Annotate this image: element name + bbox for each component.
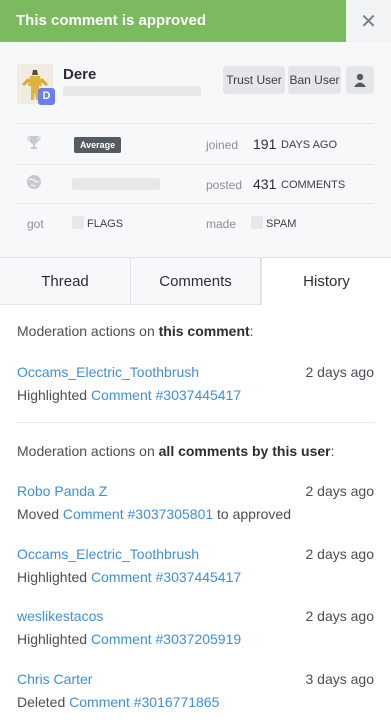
trophy-icon [27, 136, 41, 149]
history-entry-moderator[interactable]: Robo Panda Z [17, 483, 107, 499]
user-profile-button[interactable] [346, 66, 374, 94]
history-entry-time: 3 days ago [305, 671, 375, 687]
username[interactable]: Dere [63, 66, 96, 83]
approved-banner: This comment is approved [0, 0, 346, 42]
history-entry-moderator[interactable]: Chris Carter [17, 671, 92, 687]
history-entry-action: Moved Comment #3037305801 to approved [17, 506, 291, 522]
history-entry-moderator[interactable]: weslikestacos [17, 608, 103, 624]
posted-value: 431 [253, 176, 277, 192]
history-entry-action: Highlighted Comment #3037445417 [17, 569, 242, 585]
comment-link[interactable]: Comment #3037205919 [91, 631, 241, 647]
flags-unit: FLAGS [87, 218, 124, 230]
joined-value: 191 [253, 136, 277, 152]
joined-unit: DAYS AGO [281, 139, 338, 151]
user-history-heading: Moderation actions on all comments by th… [17, 443, 335, 459]
history-entry-action: Deleted Comment #3016771865 [17, 694, 220, 710]
spam-unit: SPAM [266, 218, 297, 230]
role-badge: D [38, 88, 55, 105]
history-entry-moderator[interactable]: Occams_Electric_Toothbrush [17, 546, 199, 562]
history-entry-action: Highlighted Comment #3037445417 [17, 387, 242, 403]
tab-history[interactable]: History [261, 258, 391, 305]
history-entry-time: 2 days ago [305, 546, 375, 562]
close-icon: ✕ [360, 10, 377, 33]
history-entry-moderator[interactable]: Occams_Electric_Toothbrush [17, 364, 199, 380]
comment-link[interactable]: Comment #3016771865 [69, 694, 219, 710]
redacted-location [72, 178, 160, 190]
globe-icon [27, 175, 41, 189]
stats-divider [17, 164, 374, 165]
trust-user-button[interactable]: Trust User [223, 66, 285, 94]
redacted-flags-count [72, 216, 84, 229]
stats-divider [17, 203, 374, 204]
level-badge: Average [74, 137, 122, 153]
user-icon [354, 73, 366, 87]
section-divider [17, 422, 374, 423]
comment-link[interactable]: Comment #3037445417 [91, 569, 241, 585]
close-button[interactable]: ✕ [346, 0, 391, 42]
history-entry-time: 2 days ago [305, 483, 375, 499]
tab-comments[interactable]: Comments [131, 258, 261, 304]
history-entry-time: 2 days ago [305, 364, 375, 380]
history-entry-time: 2 days ago [305, 608, 375, 624]
stats-divider [17, 123, 374, 124]
ban-user-button[interactable]: Ban User [288, 66, 341, 94]
redacted-email [63, 86, 201, 96]
posted-unit: COMMENTS [281, 179, 346, 191]
tab-bar: Thread Comments History [0, 258, 391, 305]
history-entry-action: Highlighted Comment #3037205919 [17, 631, 242, 647]
got-label: got [27, 217, 44, 231]
comment-link[interactable]: Comment #3037305801 [63, 506, 213, 522]
posted-label: posted [206, 178, 243, 192]
comment-history-heading: Moderation actions on this comment: [17, 323, 254, 339]
tab-thread[interactable]: Thread [0, 258, 131, 304]
made-label: made [206, 217, 237, 231]
redacted-spam-count [251, 216, 263, 229]
joined-label: joined [206, 138, 239, 152]
comment-link[interactable]: Comment #3037445417 [91, 387, 241, 403]
user-profile-panel: D Dere Trust User Ban User Average joine… [0, 42, 391, 258]
